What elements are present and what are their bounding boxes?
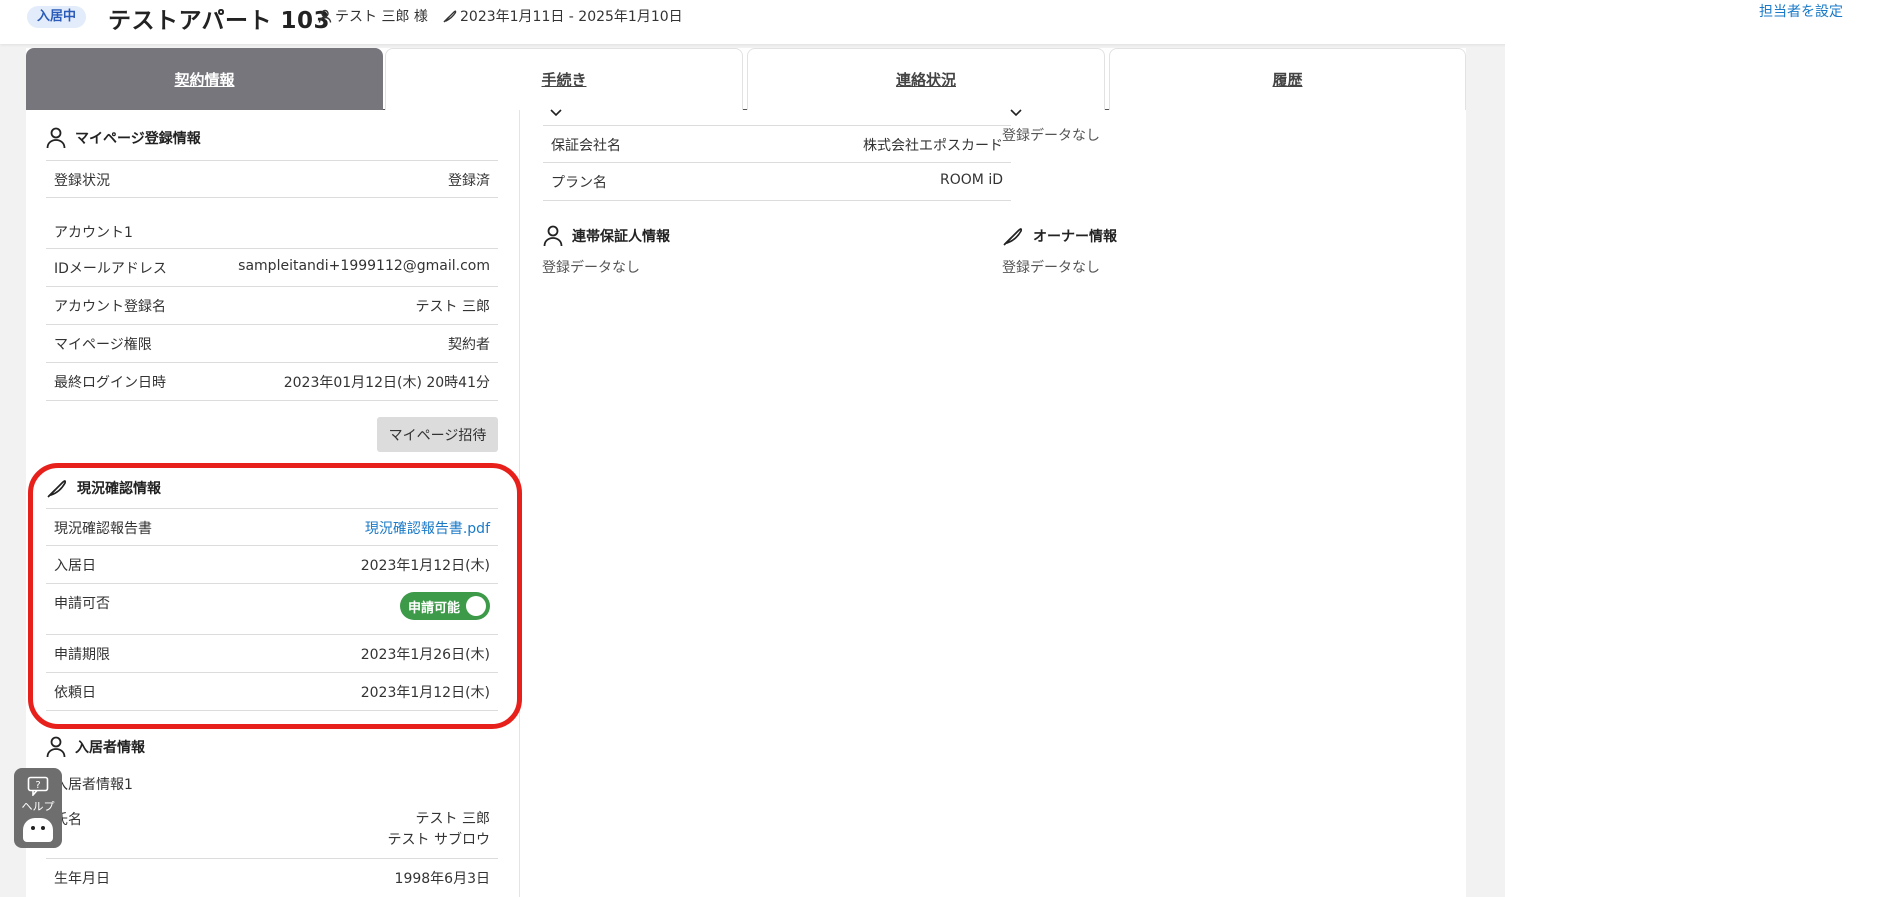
column-divider [519, 110, 520, 897]
tenant-info: テスト 三郎 様 [318, 6, 428, 26]
chevron-down-icon[interactable] [549, 108, 563, 118]
row-last-login: 最終ログイン日時 2023年01月12日(木) 20時41分 [46, 363, 498, 401]
row-account-name: アカウント登録名 テスト 三郎 [46, 287, 498, 325]
row-application-deadline: 申請期限 2023年1月26日(木) [46, 635, 498, 673]
tab-bar: 契約情報 手続き 連絡状況 履歴 [26, 48, 1466, 110]
tab-contract-info[interactable]: 契約情報 [26, 48, 383, 110]
tab-contact-status[interactable]: 連絡状況 [747, 48, 1105, 110]
right-side-panel [1505, 44, 1901, 897]
row-move-in-date: 入居日 2023年1月12日(木) [46, 546, 498, 584]
resident-name-kana: テスト サブロウ [387, 832, 490, 848]
tab-history[interactable]: 履歴 [1109, 48, 1466, 110]
contract-period-info: 2023年1月11日 - 2025年1月10日 [443, 6, 683, 26]
svg-text:?: ? [35, 780, 40, 791]
row-resident-name: 氏名 テスト 三郎 テスト サブロウ [46, 800, 498, 859]
mypage-section-title: マイページ登録情報 [46, 127, 201, 149]
tenant-name: テスト 三郎 様 [335, 9, 428, 25]
contract-period: 2023年1月11日 - 2025年1月10日 [460, 9, 683, 25]
row-id-email: IDメールアドレス sampleitandi+1999112@gmail.com [46, 249, 498, 287]
application-toggle[interactable]: 申請可能 [399, 592, 490, 620]
person-icon [46, 736, 66, 758]
account-heading: アカウント1 [54, 225, 133, 241]
owner-empty: 登録データなし [1002, 260, 1100, 276]
row-inspection-report: 現況確認報告書 現況確認報告書.pdf [46, 508, 498, 546]
mypage-invite-button[interactable]: マイページ招待 [377, 417, 498, 452]
joint-guarantor-section-title: 連帯保証人情報 [543, 225, 670, 247]
mascot-icon [23, 818, 53, 842]
resident-heading: 入居者情報1 [54, 777, 133, 793]
assign-staff-link[interactable]: 担当者を設定 [1759, 1, 1843, 21]
help-button[interactable]: ? ヘルプ [14, 768, 62, 848]
status-badge: 入居中 [27, 6, 87, 28]
top-header: 入居中 テストアパート 103 テスト 三郎 様 2023年1月11日 - 20… [0, 0, 1901, 44]
person-icon [318, 9, 332, 23]
contract-pen-icon [1003, 228, 1023, 246]
contract-pen-icon [443, 10, 457, 23]
inspection-report-pdf-link[interactable]: 現況確認報告書.pdf [365, 518, 490, 538]
toggle-knob [466, 596, 486, 616]
row-application-availability: 申請可否 申請可能 [46, 584, 498, 635]
row-birthday: 生年月日 1998年6月3日 [54, 871, 490, 887]
row-mypage-permission: マイページ権限 契約者 [46, 325, 498, 363]
property-title: テストアパート 103 [108, 8, 331, 34]
person-icon [543, 225, 563, 247]
row-guarantee-company: 保証会社名 株式会社エポスカード [543, 125, 1011, 163]
row-registration-status: 登録状況 登録済 [46, 160, 498, 198]
contract-pen-icon [47, 480, 67, 498]
owner-section-title: オーナー情報 [1002, 225, 1117, 247]
help-question-icon: ? [27, 776, 49, 796]
tab-procedures[interactable]: 手続き [385, 48, 743, 110]
inspection-section-title: 現況確認情報 [46, 477, 161, 499]
person-icon [46, 127, 66, 149]
residents-section-title: 入居者情報 [46, 736, 145, 758]
row-request-date: 依頼日 2023年1月12日(木) [46, 673, 498, 711]
chevron-down-icon[interactable] [1009, 108, 1023, 118]
resident-name: テスト 三郎 [415, 811, 490, 827]
row-plan-name: プラン名 ROOM iD [543, 163, 1011, 201]
main-panel: 契約情報 手続き 連絡状況 履歴 マイページ登録情報 登録状況 登録済 アカウン… [26, 48, 1466, 897]
joint-guarantor-empty: 登録データなし [542, 260, 640, 276]
no-data-text: 登録データなし [1002, 128, 1100, 144]
